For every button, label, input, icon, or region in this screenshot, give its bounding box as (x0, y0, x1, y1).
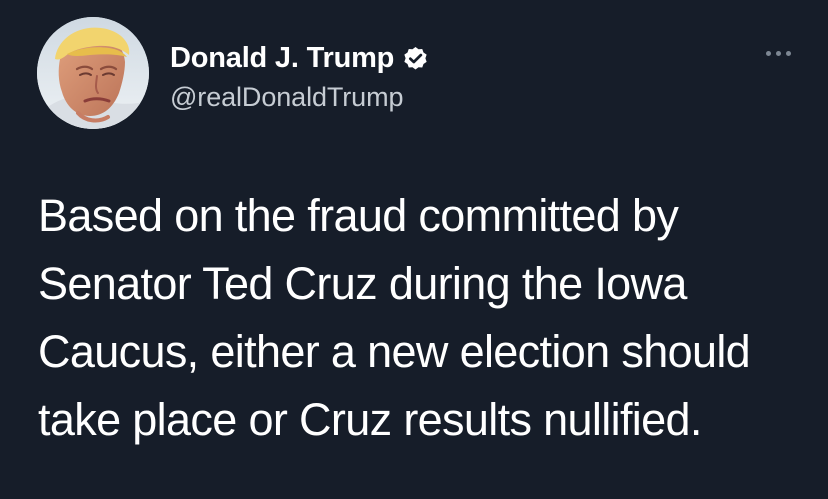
author-name-row: Donald J. Trump (170, 38, 429, 78)
more-options-icon[interactable] (756, 39, 800, 67)
author-display-name[interactable]: Donald J. Trump (170, 39, 394, 77)
avatar-image (37, 17, 149, 129)
more-dot-1 (765, 50, 771, 56)
verified-badge-icon (402, 45, 429, 72)
tweet-card: Donald J. Trump @realDonaldTrump Based o… (0, 0, 828, 499)
author-avatar[interactable] (37, 17, 149, 129)
more-dot-3 (785, 50, 791, 56)
tweet-text: Based on the fraud committed by Senator … (38, 190, 751, 445)
author-handle[interactable]: @realDonaldTrump (170, 80, 404, 114)
more-dot-2 (775, 50, 781, 56)
